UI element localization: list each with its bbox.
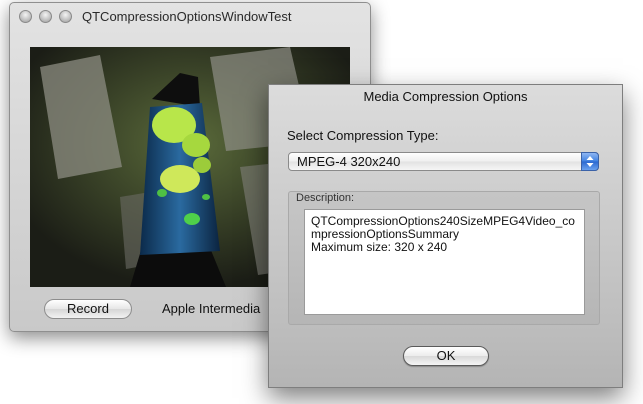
window-title: QTCompressionOptionsWindowTest [82,9,292,24]
compression-type-popup[interactable]: MPEG-4 320x240 [288,152,599,171]
record-button[interactable]: Record [44,299,132,319]
description-label: Description: [296,192,355,204]
close-icon[interactable] [19,10,32,23]
title-bar[interactable]: QTCompressionOptionsWindowTest [10,3,370,29]
zoom-icon[interactable] [59,10,72,23]
compression-options-dialog: Media Compression Options Select Compres… [268,84,623,388]
compression-type-value: MPEG-4 320x240 [297,154,401,169]
codec-label: Apple Intermedia [162,301,261,316]
up-down-arrows-icon[interactable] [581,152,599,171]
ok-button[interactable]: OK [403,346,489,366]
description-text: QTCompressionOptions240SizeMPEG4Video_co… [304,209,585,315]
dialog-title: Media Compression Options [363,89,528,104]
description-line: Maximum size: 320 x 240 [311,240,448,254]
minimize-icon[interactable] [39,10,52,23]
select-type-label: Select Compression Type: [287,128,439,143]
